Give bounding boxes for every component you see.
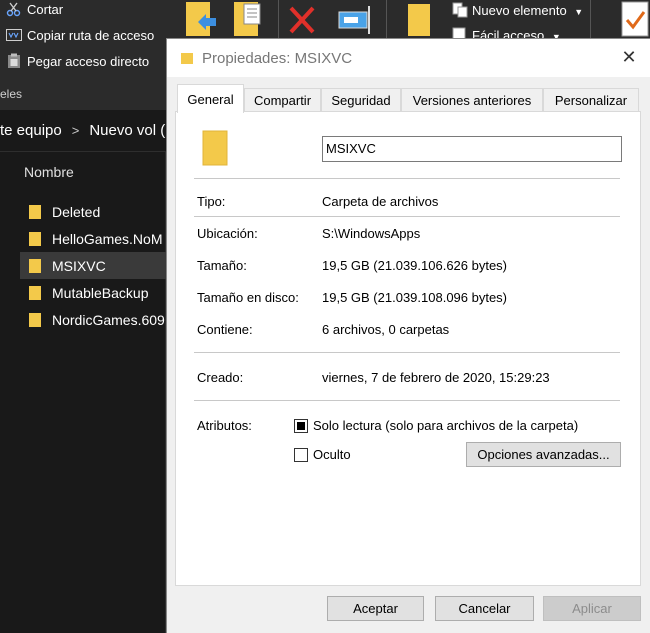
copy-path-icon — [5, 27, 23, 43]
clipboard-group-label: eles — [0, 87, 23, 101]
new-item-label: Nuevo elemento — [472, 3, 567, 18]
divider — [194, 400, 620, 401]
cut-button[interactable]: Cortar — [0, 1, 63, 17]
list-item[interactable]: MutableBackup — [20, 279, 166, 306]
file-list-pane: Nombre Deleted HelloGames.NoM MSIXVC Mut… — [0, 152, 166, 633]
tab-security[interactable]: Seguridad — [321, 88, 401, 112]
tab-previous-versions[interactable]: Versiones anteriores — [401, 88, 543, 112]
paste-shortcut-button[interactable]: Pegar acceso directo — [0, 53, 149, 69]
properties-dialog: Propiedades: MSIXVC ✕ General Compartir … — [166, 38, 650, 633]
tab-general[interactable]: General — [177, 84, 244, 113]
attributes-label: Atributos: — [197, 418, 252, 433]
tab-label: Versiones anteriores — [412, 93, 532, 108]
file-list: Deleted HelloGames.NoM MSIXVC MutableBac… — [20, 198, 166, 333]
size-on-disk-value: 19,5 GB (21.039.108.096 bytes) — [322, 290, 508, 305]
list-item-selected[interactable]: MSIXVC — [20, 252, 166, 279]
list-item-label: MutableBackup — [52, 284, 149, 301]
tab-label: General — [187, 91, 234, 107]
list-item[interactable]: Deleted — [20, 198, 166, 225]
cancel-button[interactable]: Cancelar — [435, 596, 534, 621]
folder-icon — [202, 130, 228, 166]
list-item[interactable]: NordicGames.609 — [20, 306, 166, 333]
type-label: Tipo: — [197, 194, 226, 209]
location-value: S:\WindowsApps — [322, 226, 421, 241]
created-value: viernes, 7 de febrero de 2020, 15:29:23 — [322, 370, 550, 385]
close-icon[interactable]: ✕ — [620, 48, 638, 66]
divider — [194, 352, 620, 353]
divider — [194, 178, 620, 179]
new-item-button[interactable]: Nuevo elemento ▼ — [472, 3, 583, 18]
chevron-right-icon[interactable]: > — [72, 123, 80, 138]
dialog-title: Propiedades: MSIXVC — [202, 49, 353, 67]
screen: Cortar Copiar ruta de acceso Pegar acces… — [0, 0, 650, 633]
chevron-down-icon: ▼ — [574, 7, 584, 17]
size-value: 19,5 GB (21.039.106.626 bytes) — [322, 258, 508, 273]
hidden-label: Oculto — [313, 447, 351, 462]
ribbon-separator — [590, 0, 591, 40]
size-on-disk-label: Tamaño en disco: — [197, 290, 299, 305]
tab-label: Compartir — [253, 93, 312, 108]
list-item-label: HelloGames.NoM — [52, 230, 163, 247]
hidden-checkbox[interactable]: Oculto — [294, 447, 351, 462]
paste-shortcut-icon — [5, 53, 23, 69]
scissors-icon — [5, 1, 23, 17]
folder-icon — [29, 285, 41, 300]
list-item-label: NordicGames.609 — [52, 311, 165, 328]
readonly-label: Solo lectura (solo para archivos de la c… — [313, 418, 579, 433]
folder-name-input[interactable]: MSIXVC — [322, 136, 622, 162]
folder-icon — [29, 204, 41, 219]
column-header-name[interactable]: Nombre — [24, 164, 74, 180]
created-label: Creado: — [197, 370, 244, 385]
ribbon-separator — [278, 0, 279, 40]
size-label: Tamaño: — [197, 258, 247, 273]
contains-label: Contiene: — [197, 322, 253, 337]
tab-strip: General Compartir Seguridad Versiones an… — [175, 84, 645, 113]
type-value: Carpeta de archivos — [322, 194, 439, 209]
cut-label: Cortar — [27, 1, 64, 17]
folder-icon — [181, 52, 193, 64]
tab-share[interactable]: Compartir — [244, 88, 321, 112]
breadcrumb-volume[interactable]: Nuevo vol ( — [89, 122, 165, 139]
contains-value: 6 archivos, 0 carpetas — [322, 322, 450, 337]
folder-icon — [29, 231, 41, 246]
list-item-label: MSIXVC — [52, 257, 106, 274]
dialog-titlebar[interactable]: Propiedades: MSIXVC ✕ — [167, 39, 650, 77]
ribbon-separator — [386, 0, 387, 40]
folder-icon — [29, 258, 41, 273]
folder-icon — [29, 312, 41, 327]
readonly-checkbox[interactable]: Solo lectura (solo para archivos de la c… — [294, 418, 578, 433]
copy-path-button[interactable]: Copiar ruta de acceso — [0, 27, 154, 43]
checkbox-icon — [294, 447, 308, 462]
paste-shortcut-label: Pegar acceso directo — [27, 53, 150, 69]
checkbox-indeterminate-icon — [294, 418, 308, 433]
list-item-label: Deleted — [52, 203, 101, 220]
ok-button[interactable]: Aceptar — [327, 596, 424, 621]
tab-label: Personalizar — [554, 93, 628, 108]
advanced-options-button[interactable]: Opciones avanzadas... — [466, 442, 621, 467]
divider — [194, 216, 620, 217]
breadcrumb-this-pc[interactable]: te equipo — [0, 122, 62, 139]
tab-customize[interactable]: Personalizar — [543, 88, 639, 112]
tab-label: Seguridad — [331, 93, 391, 108]
list-item[interactable]: HelloGames.NoM — [20, 225, 166, 252]
general-panel: MSIXVC Tipo: Carpeta de archivos Ubicaci… — [175, 111, 641, 586]
location-label: Ubicación: — [197, 226, 258, 241]
new-item-icon — [452, 2, 468, 23]
apply-button[interactable]: Aplicar — [543, 596, 641, 621]
copy-path-label: Copiar ruta de acceso — [27, 27, 155, 43]
